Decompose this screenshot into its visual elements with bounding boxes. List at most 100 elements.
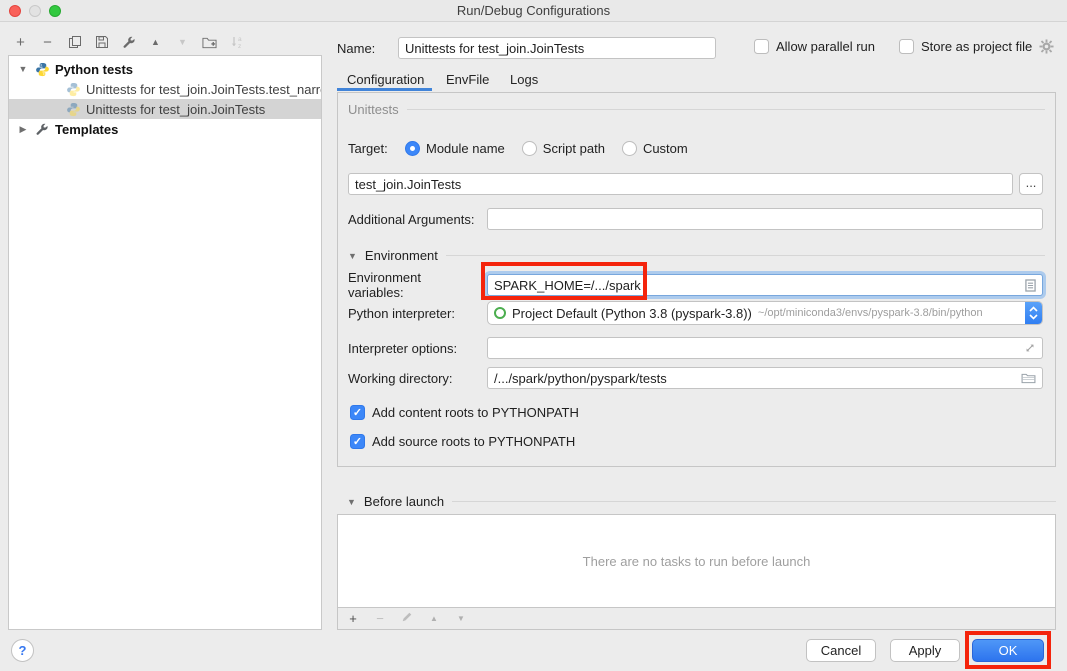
divider [452, 501, 1056, 502]
window-title: Run/Debug Configurations [0, 0, 1067, 21]
radio-script-path[interactable]: Script path [522, 141, 605, 156]
module-name-value: test_join.JoinTests [355, 177, 461, 192]
configuration-panel: Unittests Target: Module name Script pat… [337, 92, 1056, 467]
run-debug-configurations-dialog: Run/Debug Configurations + − ▲ ▼ az ▼ Py [0, 0, 1067, 671]
add-source-roots-checkbox[interactable]: ✓ [350, 434, 365, 449]
python-interpreter-path: ~/opt/miniconda3/envs/pyspark-3.8/bin/py… [758, 307, 983, 319]
name-value: Unittests for test_join.JoinTests [405, 41, 584, 56]
before-launch-toolbar: + − ▲ ▼ [338, 607, 1055, 629]
sort-alphabetically-icon: az [229, 34, 244, 50]
expand-field-icon[interactable] [1018, 342, 1036, 354]
edit-templates-wrench-icon[interactable] [121, 34, 136, 50]
browse-button[interactable]: ... [1019, 173, 1043, 195]
environment-variables-input[interactable]: SPARK_HOME=/.../spark [487, 274, 1043, 296]
tree-item-label: Unittests for test_join.JoinTests [86, 102, 265, 117]
chevron-down-icon[interactable]: ▼ [348, 251, 357, 261]
active-tab-indicator [337, 88, 432, 91]
python-interpreter-label: Python interpreter: [348, 306, 479, 321]
zoom-button[interactable] [49, 5, 61, 17]
radio-label: Script path [543, 141, 605, 156]
allow-parallel-run-label: Allow parallel run [776, 39, 875, 54]
environment-variables-value: SPARK_HOME=/.../spark [494, 278, 641, 293]
gear-icon[interactable] [1039, 39, 1054, 54]
minimize-button[interactable] [29, 5, 41, 17]
tree-item-label: Templates [55, 122, 118, 137]
environment-group-header: ▼ Environment [348, 248, 1045, 263]
add-task-icon[interactable]: + [347, 611, 359, 626]
python-interpreter-select[interactable]: Project Default (Python 3.8 (pyspark-3.8… [487, 301, 1043, 325]
cancel-button[interactable]: Cancel [806, 639, 876, 662]
name-input[interactable]: Unittests for test_join.JoinTests [398, 37, 716, 59]
radio-label: Module name [426, 141, 505, 156]
radio-unselected-icon[interactable] [522, 141, 537, 156]
chevron-down-icon[interactable]: ▼ [17, 64, 29, 74]
move-down-icon: ▼ [175, 34, 190, 50]
radio-selected-icon[interactable] [405, 141, 420, 156]
tree-item-unittests-jointests[interactable]: Unittests for test_join.JoinTests [9, 99, 321, 119]
additional-arguments-input[interactable] [487, 208, 1043, 230]
folder-icon[interactable] [1015, 373, 1036, 384]
remove-icon[interactable]: − [40, 34, 55, 50]
add-source-roots-row: ✓ Add source roots to PYTHONPATH [350, 434, 575, 449]
before-launch-panel: There are no tasks to run before launch … [337, 514, 1056, 630]
name-label: Name: [337, 41, 375, 56]
additional-arguments-label: Additional Arguments: [348, 212, 479, 227]
apply-button[interactable]: Apply [890, 639, 960, 662]
before-launch-header: ▼ Before launch [347, 494, 1056, 509]
conda-environment-icon [494, 307, 506, 319]
ok-button[interactable]: OK [972, 639, 1044, 662]
copy-icon[interactable] [67, 34, 82, 50]
add-content-roots-label: Add content roots to PYTHONPATH [372, 405, 579, 420]
allow-parallel-run-checkbox[interactable] [754, 39, 769, 54]
working-directory-row: Working directory: /.../spark/python/pys… [348, 367, 1043, 389]
target-row: Target: Module name Script path Custom [348, 137, 1043, 159]
add-content-roots-checkbox[interactable]: ✓ [350, 405, 365, 420]
tree-item-templates[interactable]: ▶ Templates [9, 119, 321, 139]
divider [407, 109, 1045, 110]
radio-module-name[interactable]: Module name [405, 141, 505, 156]
python-icon [34, 61, 50, 77]
tree-item-unittests-test-narrow[interactable]: Unittests for test_join.JoinTests.test_n… [9, 79, 321, 99]
unittests-group-title: Unittests [348, 102, 399, 117]
chevron-right-icon[interactable]: ▶ [17, 124, 29, 135]
tree-item-label: Python tests [55, 62, 133, 77]
combo-stepper-icon[interactable] [1025, 301, 1042, 325]
titlebar: Run/Debug Configurations [0, 0, 1067, 22]
edit-variables-icon[interactable] [1019, 279, 1036, 292]
help-button[interactable]: ? [11, 639, 34, 662]
allow-parallel-run-checkbox-row: Allow parallel run [754, 39, 875, 54]
interpreter-options-input[interactable] [487, 337, 1043, 359]
python-icon [65, 101, 81, 117]
traffic-lights [9, 5, 61, 17]
working-directory-label: Working directory: [348, 371, 479, 386]
chevron-down-icon[interactable]: ▼ [347, 497, 356, 507]
add-icon[interactable]: + [13, 34, 28, 50]
tab-configuration[interactable]: Configuration [347, 72, 424, 87]
move-up-icon[interactable]: ▲ [148, 34, 163, 50]
remove-task-icon: − [374, 611, 386, 626]
before-launch-task-list[interactable]: There are no tasks to run before launch [338, 515, 1055, 607]
python-icon [65, 81, 81, 97]
working-directory-value: /.../spark/python/pyspark/tests [494, 371, 667, 386]
configurations-toolbar: + − ▲ ▼ az [13, 32, 244, 52]
move-task-up-icon: ▲ [428, 614, 440, 623]
add-content-roots-row: ✓ Add content roots to PYTHONPATH [350, 405, 579, 420]
radio-custom[interactable]: Custom [622, 141, 688, 156]
unittests-group-header: Unittests [348, 102, 1045, 117]
save-icon[interactable] [94, 34, 109, 50]
tree-item-python-tests[interactable]: ▼ Python tests [9, 59, 321, 79]
environment-variables-row: Environment variables: SPARK_HOME=/.../s… [348, 270, 1043, 300]
tab-logs[interactable]: Logs [510, 72, 538, 87]
radio-unselected-icon[interactable] [622, 141, 637, 156]
store-as-project-file-checkbox-row: Store as project file [899, 39, 1054, 54]
store-as-project-file-checkbox[interactable] [899, 39, 914, 54]
add-source-roots-label: Add source roots to PYTHONPATH [372, 434, 575, 449]
interpreter-options-label: Interpreter options: [348, 341, 479, 356]
divider [446, 255, 1045, 256]
interpreter-options-row: Interpreter options: [348, 337, 1043, 359]
close-button[interactable] [9, 5, 21, 17]
working-directory-input[interactable]: /.../spark/python/pyspark/tests [487, 367, 1043, 389]
tab-envfile[interactable]: EnvFile [446, 72, 489, 87]
module-name-input[interactable]: test_join.JoinTests [348, 173, 1013, 195]
new-folder-icon[interactable] [202, 34, 217, 50]
